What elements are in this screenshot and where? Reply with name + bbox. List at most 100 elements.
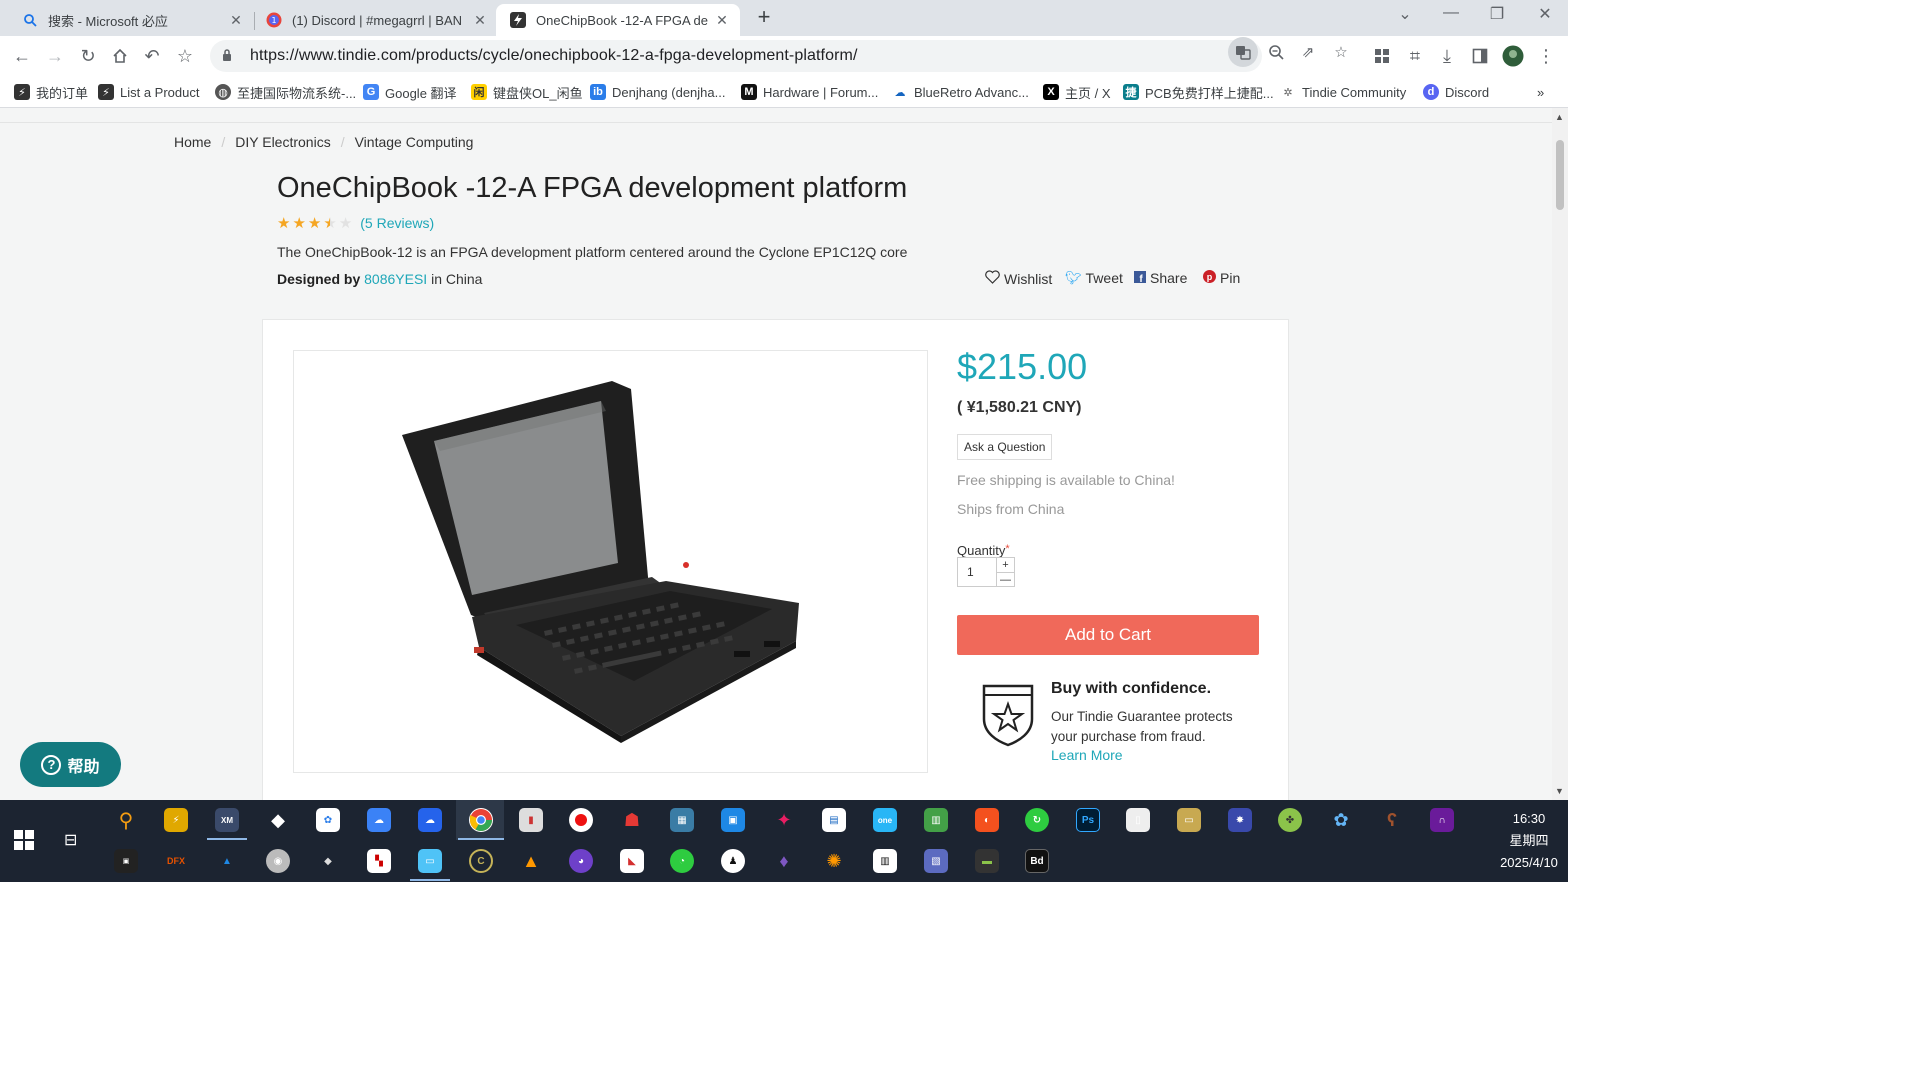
home-icon[interactable]: [108, 44, 132, 68]
facebook-share-button[interactable]: f Share: [1134, 270, 1187, 286]
dfx-icon[interactable]: DFX: [164, 849, 188, 873]
xmplay-icon[interactable]: XM: [215, 808, 239, 832]
app-icon[interactable]: ▲: [519, 849, 543, 873]
scroll-up-icon[interactable]: ▲: [1555, 112, 1564, 122]
address-bar[interactable]: https://www.tindie.com/products/cycle/on…: [210, 40, 1262, 72]
close-icon[interactable]: ✕: [714, 12, 730, 29]
cloud-app-icon[interactable]: ☁: [367, 808, 391, 832]
add-to-cart-button[interactable]: Add to Cart: [957, 615, 1259, 655]
app-icon[interactable]: ☗: [620, 808, 644, 832]
help-button[interactable]: ? 帮助: [20, 742, 121, 787]
new-tab-button[interactable]: +: [752, 6, 776, 30]
app-icon[interactable]: ◉: [266, 849, 290, 873]
share-page-icon[interactable]: ⇗: [1296, 40, 1320, 64]
bookmark-item[interactable]: ☁ BlueRetro Advanc...: [892, 82, 1029, 102]
app-icon[interactable]: ✿: [316, 808, 340, 832]
app-icon[interactable]: one: [873, 808, 897, 832]
app-icon[interactable]: ♦: [772, 849, 796, 873]
translate-icon[interactable]: [1228, 37, 1258, 67]
app-icon[interactable]: ▥: [924, 808, 948, 832]
side-panel-icon[interactable]: [1468, 44, 1492, 68]
app-icon[interactable]: ◐: [975, 808, 999, 832]
quantity-stepper[interactable]: 1 + —: [957, 557, 1015, 587]
app-icon[interactable]: ▭: [1177, 808, 1201, 832]
bookmarks-overflow-button[interactable]: »: [1537, 82, 1544, 102]
breadcrumb-home[interactable]: Home: [174, 134, 211, 150]
breadcrumb-vintage-computing[interactable]: Vintage Computing: [355, 134, 474, 150]
app-icon[interactable]: ✺: [822, 849, 846, 873]
learn-more-link[interactable]: Learn More: [1051, 747, 1123, 763]
bookmark-item[interactable]: ✲ Tindie Community: [1280, 82, 1406, 102]
app-icon[interactable]: ▣: [114, 849, 138, 873]
app-icon[interactable]: ✸: [1228, 808, 1252, 832]
app-icon[interactable]: C: [469, 849, 493, 873]
app-icon[interactable]: ▣: [721, 808, 745, 832]
wishlist-button[interactable]: Wishlist: [985, 270, 1052, 287]
back-icon[interactable]: ←: [10, 44, 34, 68]
minimize-icon[interactable]: —: [1436, 4, 1466, 22]
bookmark-item[interactable]: ib Denjhang (denjha...: [590, 82, 725, 102]
tab-bing[interactable]: 搜索 - Microsoft 必应 ✕: [8, 4, 254, 36]
close-icon[interactable]: ✕: [228, 12, 244, 29]
bookmark-item[interactable]: ⚡ List a Product: [98, 82, 200, 102]
bear-app-icon[interactable]: ʕ: [1380, 808, 1404, 832]
scroll-down-icon[interactable]: ▼: [1555, 786, 1564, 796]
app-icon[interactable]: Bd: [1025, 849, 1049, 873]
restore-icon[interactable]: ❐: [1482, 4, 1512, 24]
wolf-app-icon[interactable]: ◆: [266, 808, 290, 832]
menu-kebab-icon[interactable]: ⋮: [1534, 44, 1558, 68]
app-icon[interactable]: ▤: [822, 808, 846, 832]
app-icon[interactable]: ▯: [1126, 808, 1150, 832]
tab-search-icon[interactable]: ⌄: [1390, 4, 1420, 24]
crop-icon[interactable]: ⌗: [1403, 44, 1427, 68]
bookmark-item[interactable]: d Discord: [1423, 82, 1489, 102]
app-icon[interactable]: ▥: [873, 849, 897, 873]
app-icon[interactable]: ⚡: [164, 808, 188, 832]
qq-icon[interactable]: ♟: [721, 849, 745, 873]
app-icon[interactable]: ↻: [1025, 808, 1049, 832]
windows-start-icon[interactable]: [14, 830, 34, 850]
photoshop-icon[interactable]: Ps: [1076, 808, 1100, 832]
bookmark-star-icon[interactable]: ☆: [173, 44, 197, 68]
bookmark-item[interactable]: M Hardware | Forum...: [741, 82, 878, 102]
profile-avatar-icon[interactable]: [1501, 44, 1525, 68]
pinterest-pin-button[interactable]: p Pin: [1203, 270, 1240, 286]
reload-icon[interactable]: ↻: [76, 44, 100, 68]
bookmark-item[interactable]: 捷 PCB免费打样上捷配...: [1123, 82, 1274, 102]
app-icon[interactable]: ▮: [519, 808, 543, 832]
bookmark-item[interactable]: G Google 翻译: [363, 82, 457, 102]
github-icon[interactable]: ◕: [569, 849, 593, 873]
tab-discord[interactable]: 1 (1) Discord | #megagrrl | BAN ✕: [252, 4, 498, 36]
cloud-app-icon[interactable]: ☁: [418, 808, 442, 832]
quantity-decrement-icon[interactable]: —: [997, 572, 1014, 587]
app-icon[interactable]: ◆: [316, 849, 340, 873]
chrome-icon[interactable]: [469, 808, 493, 832]
page-scrollbar[interactable]: ▲ ▼: [1552, 108, 1568, 800]
app-icon[interactable]: ✤: [1278, 808, 1302, 832]
file-explorer-icon[interactable]: ▭: [418, 849, 442, 873]
app-icon[interactable]: ▧: [924, 849, 948, 873]
app-icon[interactable]: ◣: [620, 849, 644, 873]
app-icon[interactable]: ▦: [670, 808, 694, 832]
scrollbar-thumb[interactable]: [1556, 140, 1564, 210]
designer-link[interactable]: 8086YESI: [364, 271, 427, 287]
reviews-link[interactable]: (5 Reviews): [360, 215, 434, 231]
product-image[interactable]: [293, 350, 928, 773]
terminal-icon[interactable]: ▬: [975, 849, 999, 873]
bookmark-item[interactable]: ◍ 至捷国际物流系统-...: [215, 82, 356, 102]
record-app-icon[interactable]: [569, 808, 593, 832]
forward-icon[interactable]: →: [43, 44, 67, 68]
extensions-icon[interactable]: [1370, 44, 1394, 68]
search-app-icon[interactable]: ⚲: [114, 808, 138, 832]
ask-question-button[interactable]: Ask a Question: [957, 434, 1053, 460]
quantity-increment-icon[interactable]: +: [997, 558, 1014, 572]
bookmark-star-icon[interactable]: ☆: [1329, 40, 1353, 64]
quantity-input[interactable]: 1: [958, 558, 996, 586]
bookmark-item[interactable]: X 主页 / X: [1043, 82, 1111, 102]
wechat-icon[interactable]: ◔: [670, 849, 694, 873]
app-icon[interactable]: ✿: [1329, 808, 1353, 832]
task-view-icon[interactable]: ⊟: [64, 830, 84, 850]
breadcrumb-diy-electronics[interactable]: DIY Electronics: [235, 134, 330, 150]
zoom-out-icon[interactable]: [1264, 40, 1288, 64]
download-icon[interactable]: ⤓: [1435, 44, 1459, 68]
